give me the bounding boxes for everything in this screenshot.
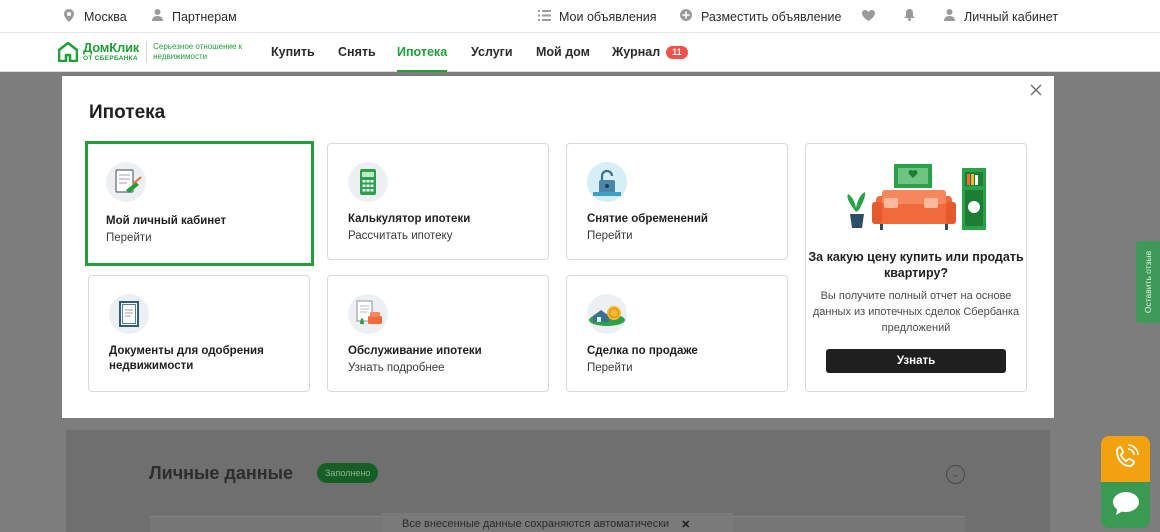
nav-rent[interactable]: Снять xyxy=(338,33,376,71)
close-icon[interactable] xyxy=(1028,82,1044,98)
promo-description: Вы получите полный отчет на основе данны… xyxy=(812,290,1020,334)
card-encumbrance-removal[interactable]: Снятие обременений Перейти xyxy=(566,143,788,260)
living-room-illustration xyxy=(844,162,989,234)
top-bar: Москва Партнерам Мои объявления Размести… xyxy=(0,0,1160,33)
form-field[interactable] xyxy=(733,516,965,532)
card-title: Сделка по продаже xyxy=(587,345,698,357)
autosave-note: Все внесенные данные сохраняются автомат… xyxy=(402,518,670,530)
form-field[interactable] xyxy=(150,516,382,532)
partners-label: Партнерам xyxy=(172,9,237,24)
chat-bubble-icon xyxy=(1111,489,1141,522)
person-icon xyxy=(150,9,164,24)
brand-tagline: Серьезное отношение к недвижимости xyxy=(153,42,243,61)
mortgage-menu-modal: Ипотека Мой личный кабинет Перейти Кальк… xyxy=(62,76,1054,418)
nav-label: Журнал xyxy=(612,45,661,59)
nav-journal[interactable]: Журнал 11 xyxy=(612,33,688,71)
nav-label: Услуги xyxy=(471,45,513,59)
house-coin-icon xyxy=(587,294,627,334)
card-subtitle: Перейти xyxy=(587,230,633,242)
post-ad-link[interactable]: Разместить объявление xyxy=(679,0,841,33)
chevron-down-icon[interactable]: ⌄ xyxy=(946,465,965,484)
favorites-button[interactable] xyxy=(861,0,875,33)
notifications-button[interactable] xyxy=(902,0,916,33)
cabinet-link[interactable]: Личный кабинет xyxy=(942,0,1058,33)
bell-icon xyxy=(902,9,916,24)
certificate-icon xyxy=(109,294,149,334)
card-mortgage-service[interactable]: Обслуживание ипотеки Узнать подробнее xyxy=(327,275,549,392)
my-ads-label: Мои объявления xyxy=(559,9,657,24)
nav-mortgage[interactable]: Ипотека xyxy=(397,33,448,72)
cabinet-label: Личный кабинет xyxy=(964,9,1059,24)
domclick-logo[interactable]: ДомКлик ОТ СБЕРБАНКА Серьезное отношение… xyxy=(57,40,253,63)
card-title: Документы для одобрения недвижимости xyxy=(109,345,264,372)
close-icon[interactable]: ✕ xyxy=(681,518,690,531)
card-title: Обслуживание ипотеки xyxy=(348,345,482,357)
calculator-icon xyxy=(348,162,388,202)
feedback-tab[interactable]: Оставить отзыв xyxy=(1136,241,1160,323)
brand-sub: ОТ СБЕРБАНКА xyxy=(83,55,138,63)
nav-label: Снять xyxy=(338,45,376,59)
heart-icon xyxy=(861,9,875,24)
nav-label: Купить xyxy=(271,45,315,59)
city-label: Москва xyxy=(84,9,127,24)
logo-divider xyxy=(146,41,148,63)
main-nav-bar: ДомКлик ОТ СБЕРБАНКА Серьезное отношение… xyxy=(0,33,1160,72)
document-pen-icon xyxy=(106,162,146,202)
list-icon xyxy=(537,9,551,24)
status-badge: Заполнено xyxy=(317,463,379,483)
card-title: Калькулятор ипотеки xyxy=(348,213,471,225)
feedback-label: Оставить отзыв xyxy=(1143,250,1153,314)
card-my-cabinet[interactable]: Мой личный кабинет Перейти xyxy=(85,141,314,266)
location-pin-icon xyxy=(62,8,76,25)
card-mortgage-calculator[interactable]: Калькулятор ипотеки Рассчитать ипотеку xyxy=(327,143,549,260)
modal-title: Ипотека xyxy=(89,102,166,123)
nav-label: Ипотека xyxy=(397,45,448,59)
my-ads-link[interactable]: Мои объявления xyxy=(537,0,657,33)
card-subtitle: Перейти xyxy=(587,362,633,374)
document-chair-icon xyxy=(348,294,388,334)
plus-circle-icon xyxy=(679,9,693,24)
nav-my-home[interactable]: Мой дом xyxy=(536,33,590,71)
promo-title: За какую цену купить или продать квартир… xyxy=(808,250,1024,280)
card-subtitle: Перейти xyxy=(106,232,152,244)
partners-link[interactable]: Партнерам xyxy=(150,0,237,33)
chat-button[interactable] xyxy=(1101,482,1150,528)
section-title: Личные данные xyxy=(149,463,293,483)
nav-services[interactable]: Услуги xyxy=(471,33,513,71)
padlock-icon xyxy=(587,162,627,202)
nav-buy[interactable]: Купить xyxy=(271,33,315,71)
journal-count-badge: 11 xyxy=(666,45,688,59)
card-title: Снятие обременений xyxy=(587,213,708,225)
card-approval-documents[interactable]: Документы для одобрения недвижимости xyxy=(88,275,310,392)
card-sale-deal[interactable]: Сделка по продаже Перейти xyxy=(566,275,788,392)
autosave-toast: Все внесенные данные сохраняются автомат… xyxy=(382,513,733,532)
price-report-promo: За какую цену купить или продать квартир… xyxy=(805,143,1027,392)
phone-icon xyxy=(1112,443,1140,476)
brand-name: ДомКлик xyxy=(83,40,140,56)
card-title: Мой личный кабинет xyxy=(106,215,227,227)
card-subtitle: Рассчитать ипотеку xyxy=(348,230,453,242)
learn-button[interactable]: Узнать xyxy=(826,349,1006,373)
city-selector[interactable]: Москва xyxy=(62,0,127,33)
post-ad-label: Разместить объявление xyxy=(701,9,842,24)
nav-label: Мой дом xyxy=(536,45,590,59)
house-logo-icon xyxy=(57,41,79,63)
person-icon xyxy=(942,9,956,24)
card-subtitle: Узнать подробнее xyxy=(348,362,445,374)
call-button[interactable] xyxy=(1101,436,1150,482)
